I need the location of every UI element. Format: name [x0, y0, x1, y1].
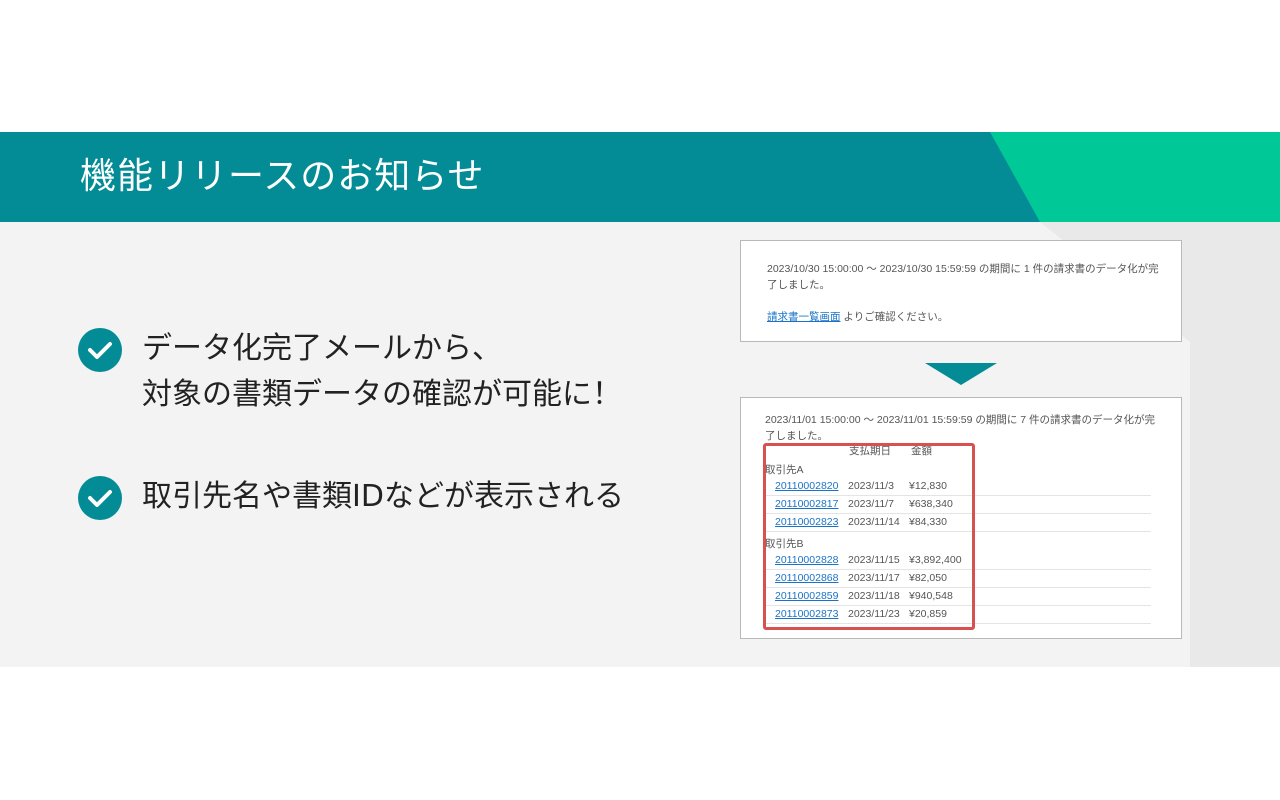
due-date: 2023/11/14: [848, 516, 900, 528]
column-header-amount: 金額: [911, 445, 932, 457]
table-row: 20110002828 2023/11/15 ¥3,892,400: [765, 551, 1151, 570]
due-date: 2023/11/18: [848, 590, 900, 602]
document-id-link[interactable]: 20110002828: [775, 551, 838, 569]
feature-line: 対象の書類データの確認が可能に！: [142, 377, 622, 412]
email-preview-before: 2023/10/30 15:00:00 〜 2023/10/30 15:59:5…: [740, 240, 1182, 342]
table-row: 20110002873 2023/11/23 ¥20,859: [765, 605, 1151, 624]
invoice-list-link[interactable]: 請求書一覧画面: [767, 311, 841, 323]
amount: ¥3,892,400: [909, 554, 962, 566]
due-date: 2023/11/17: [848, 572, 900, 584]
email-confirm-suffix: よりご確認ください。: [840, 311, 949, 323]
email-message: 2023/11/01 15:00:00 〜 2023/11/01 15:59:5…: [765, 414, 1156, 442]
header-accent-shape: [990, 132, 1280, 222]
feature-text: データ化完了メールから、 対象の書類データの確認が可能に！: [142, 326, 622, 418]
amount: ¥12,830: [909, 480, 947, 492]
table-row: 20110002868 2023/11/17 ¥82,050: [765, 569, 1151, 588]
table-row: 20110002859 2023/11/18 ¥940,548: [765, 587, 1151, 606]
amount: ¥82,050: [909, 572, 947, 584]
column-header-due-date: 支払期日: [849, 445, 891, 457]
group-label: 取引先B: [765, 538, 804, 550]
amount: ¥84,330: [909, 516, 947, 528]
amount: ¥20,859: [909, 608, 947, 620]
feature-item-1: データ化完了メールから、 対象の書類データの確認が可能に！: [78, 326, 622, 418]
document-id-link[interactable]: 20110002823: [775, 513, 838, 531]
document-id-link[interactable]: 20110002873: [775, 605, 838, 623]
check-circle-icon: [78, 476, 122, 520]
document-id-link[interactable]: 20110002859: [775, 587, 838, 605]
due-date: 2023/11/15: [848, 554, 900, 566]
table-row: 20110002820 2023/11/3 ¥12,830: [765, 477, 1151, 496]
due-date: 2023/11/7: [848, 498, 894, 510]
table-row: 20110002817 2023/11/7 ¥638,340: [765, 495, 1151, 514]
table-row: 20110002823 2023/11/14 ¥84,330: [765, 513, 1151, 532]
check-circle-icon: [78, 328, 122, 372]
email-confirm-line: 請求書一覧画面 よりご確認ください。: [767, 309, 948, 325]
header-band: 機能リリースのお知らせ: [0, 132, 1280, 222]
due-date: 2023/11/23: [848, 608, 900, 620]
feature-item-2: 取引先名や書類IDなどが表示される: [78, 474, 624, 520]
arrow-down-icon: [925, 363, 997, 385]
amount: ¥940,548: [909, 590, 953, 602]
feature-line: データ化完了メールから、: [142, 331, 502, 366]
due-date: 2023/11/3: [848, 480, 894, 492]
amount: ¥638,340: [909, 498, 953, 510]
document-id-link[interactable]: 20110002820: [775, 477, 838, 495]
email-preview-after: 2023/11/01 15:00:00 〜 2023/11/01 15:59:5…: [740, 397, 1182, 639]
document-id-link[interactable]: 20110002868: [775, 569, 838, 587]
feature-text: 取引先名や書類IDなどが表示される: [142, 474, 624, 520]
feature-line: 取引先名や書類IDなどが表示される: [142, 479, 624, 514]
group-label: 取引先A: [765, 464, 804, 476]
document-id-link[interactable]: 20110002817: [775, 495, 838, 513]
page-title: 機能リリースのお知らせ: [80, 156, 485, 197]
email-message: 2023/10/30 15:00:00 〜 2023/10/30 15:59:5…: [767, 263, 1159, 291]
